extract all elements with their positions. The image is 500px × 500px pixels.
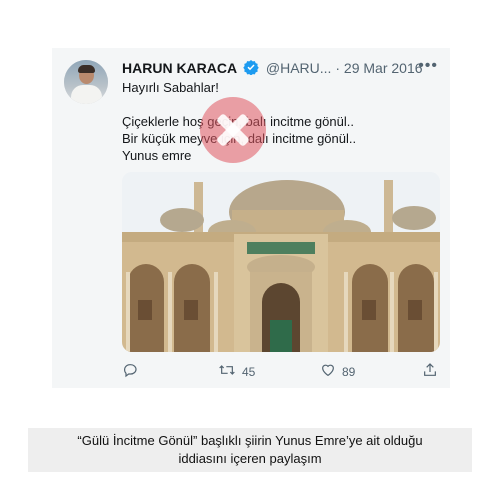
verified-badge-icon <box>243 59 259 79</box>
retweet-icon <box>218 362 236 381</box>
tweet-line-greeting: Hayırlı Sabahlar! <box>122 80 219 95</box>
tweet-date[interactable]: 29 Mar 2016 <box>344 60 423 76</box>
tweet-header: HARUN KARACA @HARU... · 29 Mar 2016 <box>122 59 423 79</box>
caption-line-2: iddiasını içeren paylaşım <box>178 451 322 466</box>
tweet-card: HARUN KARACA @HARU... · 29 Mar 2016 ••• … <box>52 48 450 388</box>
heart-icon <box>320 362 336 381</box>
tweet-actions: 45 89 <box>122 362 440 382</box>
reply-button[interactable] <box>122 362 138 381</box>
retweet-count: 45 <box>242 364 256 379</box>
retweet-button[interactable]: 45 <box>218 362 255 381</box>
share-button[interactable] <box>422 362 438 381</box>
tweet-image-mosque[interactable] <box>122 172 440 352</box>
like-button[interactable]: 89 <box>320 362 355 381</box>
caption: “Gülü İncitme Gönül” başlıklı şiirin Yun… <box>28 428 472 472</box>
reply-icon <box>122 362 138 381</box>
more-icon[interactable]: ••• <box>418 57 438 75</box>
separator-dot: · <box>335 60 341 76</box>
false-x-icon <box>200 97 266 163</box>
share-icon <box>422 362 438 381</box>
like-count: 89 <box>342 364 356 379</box>
caption-line-1: “Gülü İncitme Gönül” başlıklı şiirin Yun… <box>77 433 423 448</box>
author-handle[interactable]: @HARU... <box>266 60 332 76</box>
avatar[interactable] <box>64 60 108 104</box>
author-name[interactable]: HARUN KARACA <box>122 60 237 76</box>
